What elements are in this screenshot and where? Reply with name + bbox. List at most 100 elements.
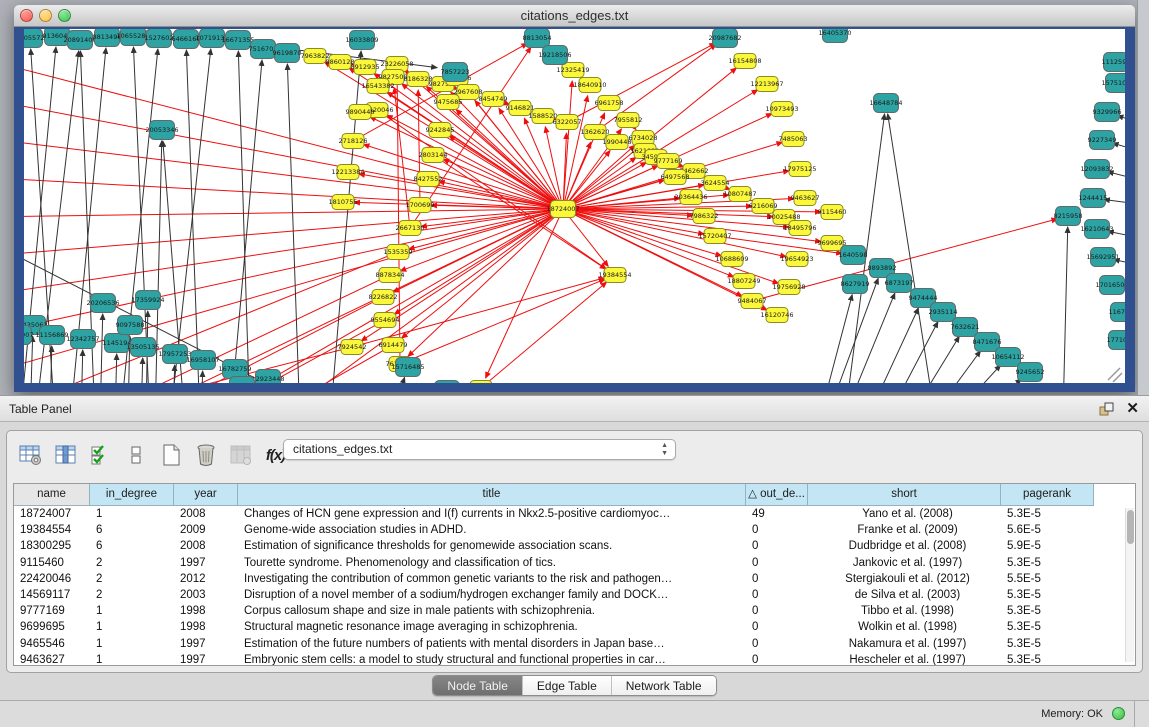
graph-node[interactable]: 12213967 bbox=[750, 77, 783, 92]
graph-node[interactable]: 11156869 bbox=[35, 326, 68, 345]
column-header[interactable]: pagerank bbox=[1001, 484, 1094, 506]
memory-ok-indicator-icon[interactable] bbox=[1112, 707, 1125, 720]
tab-node-table[interactable]: Node Table bbox=[433, 676, 523, 695]
table-cell[interactable]: 0 bbox=[746, 538, 808, 554]
column-header[interactable]: title bbox=[238, 484, 746, 506]
graph-node[interactable]: 17016504 bbox=[1095, 276, 1125, 295]
table-cell[interactable]: 1 bbox=[90, 636, 174, 652]
table-row[interactable]: 946554611997Estimation of the future num… bbox=[14, 636, 1135, 652]
table-row[interactable]: 2242004622012Investigating the contribut… bbox=[14, 571, 1135, 587]
graph-nodes[interactable]: 1872400779638228860128891293523226058982… bbox=[24, 29, 1125, 383]
column-header[interactable]: name bbox=[14, 484, 90, 506]
graph-node[interactable]: 3624554 bbox=[701, 176, 730, 191]
graph-node[interactable]: 2667130 bbox=[396, 221, 425, 236]
column-header[interactable]: in_degree bbox=[90, 484, 174, 506]
table-cell[interactable]: Hescheler et al. (1997) bbox=[808, 652, 1001, 666]
graph-node[interactable]: 15751074 bbox=[1101, 74, 1125, 93]
close-panel-icon[interactable]: ✕ bbox=[1126, 399, 1139, 417]
table-cell[interactable]: 5.3E-5 bbox=[1001, 652, 1094, 666]
table-cell[interactable]: 1 bbox=[90, 652, 174, 666]
graph-node[interactable]: 8912935 bbox=[351, 60, 380, 75]
graph-node[interactable]: 7485063 bbox=[779, 132, 808, 147]
graph-node[interactable]: 1700699 bbox=[406, 198, 435, 213]
network-canvas[interactable]: 1872400779638228860128891293523226058982… bbox=[24, 29, 1125, 383]
table-cell[interactable]: 49 bbox=[746, 506, 808, 522]
table-cell[interactable]: 5.3E-5 bbox=[1001, 506, 1094, 522]
table-cell[interactable]: 2008 bbox=[174, 538, 238, 554]
graph-node[interactable]: 1535359 bbox=[384, 245, 413, 260]
graph-node[interactable]: 18640910 bbox=[573, 78, 606, 93]
table-row[interactable]: 969969511998Structural magnetic resonanc… bbox=[14, 619, 1135, 635]
graph-node[interactable]: 15716485 bbox=[391, 358, 424, 377]
table-cell[interactable]: 5.3E-5 bbox=[1001, 587, 1094, 603]
table-cell[interactable]: Wolkin et al. (1998) bbox=[808, 619, 1001, 635]
graph-node[interactable]: 20053346 bbox=[145, 121, 178, 140]
graph-node[interactable]: 6322057 bbox=[553, 115, 582, 130]
graph-node[interactable]: 2718126 bbox=[339, 134, 368, 149]
float-window-icon[interactable] bbox=[1099, 401, 1115, 417]
table-cell[interactable]: 0 bbox=[746, 555, 808, 571]
graph-node[interactable]: 9245652 bbox=[1016, 363, 1045, 382]
table-row[interactable]: 1872400712008Changes of HCN gene express… bbox=[14, 506, 1135, 522]
graph-node[interactable]: 9242845 bbox=[426, 123, 455, 138]
table-cell[interactable]: 0 bbox=[746, 636, 808, 652]
table-cell[interactable]: 22420046 bbox=[14, 571, 90, 587]
delete-table-icon[interactable] bbox=[192, 441, 219, 469]
graph-node[interactable]: 7986322 bbox=[690, 209, 719, 224]
table-selector-dropdown[interactable]: citations_edges.txt ▲▼ bbox=[283, 439, 676, 460]
table-cell[interactable]: 5.3E-5 bbox=[1001, 603, 1094, 619]
table-panel-titlebar[interactable]: Table Panel ✕ bbox=[0, 396, 1149, 422]
table-cell[interactable]: Investigating the contribution of common… bbox=[238, 571, 746, 587]
table-cell[interactable]: Tourette syndrome. Phenomenology and cla… bbox=[238, 555, 746, 571]
table-cell[interactable]: 2012 bbox=[174, 571, 238, 587]
graph-node[interactable]: 10688609 bbox=[715, 252, 748, 267]
graph-node[interactable]: 8215958 bbox=[1054, 207, 1083, 226]
graph-node[interactable]: 16782759 bbox=[218, 360, 251, 379]
table-cell[interactable]: Embryonic stem cells: a model to study s… bbox=[238, 652, 746, 666]
graph-node[interactable]: 2935114 bbox=[929, 303, 958, 322]
table-cell[interactable]: 2003 bbox=[174, 587, 238, 603]
table-cell[interactable]: 0 bbox=[746, 603, 808, 619]
graph-node[interactable]: 9115460 bbox=[818, 205, 847, 220]
graph-node[interactable]: 6497568 bbox=[661, 170, 690, 185]
graph-node[interactable]: 16405370 bbox=[818, 29, 851, 43]
table-cell[interactable]: 0 bbox=[746, 587, 808, 603]
table-cell[interactable]: 1998 bbox=[174, 603, 238, 619]
graph-node[interactable]: 1625101 bbox=[433, 381, 462, 384]
column-header[interactable]: year bbox=[174, 484, 238, 506]
graph-node[interactable]: 12923448 bbox=[251, 370, 284, 384]
show-columns-icon[interactable] bbox=[52, 441, 79, 469]
table-cell[interactable]: 6 bbox=[90, 522, 174, 538]
graph-node[interactable]: 7924542 bbox=[338, 340, 367, 355]
table-cell[interactable]: 0 bbox=[746, 571, 808, 587]
table-cell[interactable]: de Silva et al. (2003) bbox=[808, 587, 1001, 603]
graph-node[interactable]: 8454749 bbox=[479, 92, 508, 107]
table-cell[interactable]: 0 bbox=[746, 652, 808, 666]
table-row[interactable]: 1830029562008Estimation of significance … bbox=[14, 538, 1135, 554]
table-cell[interactable]: Stergiakouli et al. (2012) bbox=[808, 571, 1001, 587]
table-cell[interactable]: 18300295 bbox=[14, 538, 90, 554]
scrollbar-thumb[interactable] bbox=[1127, 510, 1134, 544]
window-titlebar[interactable]: citations_edges.txt bbox=[14, 5, 1135, 27]
table-cell[interactable]: Franke et al. (2009) bbox=[808, 522, 1001, 538]
graph-node[interactable]: 9097588 bbox=[116, 316, 145, 335]
graph-node[interactable]: 17975125 bbox=[783, 162, 816, 177]
table-cell[interactable]: 5.3E-5 bbox=[1001, 619, 1094, 635]
deselect-rows-icon[interactable] bbox=[122, 441, 149, 469]
graph-node[interactable]: 6914479 bbox=[379, 338, 408, 353]
table-cell[interactable]: Yano et al. (2008) bbox=[808, 506, 1001, 522]
table-cell[interactable]: Estimation of the future numbers of pati… bbox=[238, 636, 746, 652]
select-all-rows-icon[interactable] bbox=[87, 441, 114, 469]
table-cell[interactable]: Jankovic et al. (1997) bbox=[808, 555, 1001, 571]
table-settings-icon[interactable] bbox=[17, 441, 44, 469]
graph-node[interactable]: 9554694 bbox=[371, 313, 400, 328]
graph-node[interactable]: 1167533 bbox=[1109, 303, 1125, 322]
table-scrollbar[interactable] bbox=[1125, 508, 1134, 662]
graph-node[interactable]: 7632621 bbox=[951, 318, 980, 337]
column-header[interactable]: △ out_de... bbox=[746, 484, 808, 506]
graph-node[interactable]: 1990448 bbox=[603, 135, 632, 150]
table-cell[interactable]: Structural magnetic resonance image aver… bbox=[238, 619, 746, 635]
table-row[interactable]: 977716911998Corpus callosum shape and si… bbox=[14, 603, 1135, 619]
graph-node[interactable]: 2803144 bbox=[419, 148, 448, 163]
table-row[interactable]: 911546021997Tourette syndrome. Phenomeno… bbox=[14, 555, 1135, 571]
